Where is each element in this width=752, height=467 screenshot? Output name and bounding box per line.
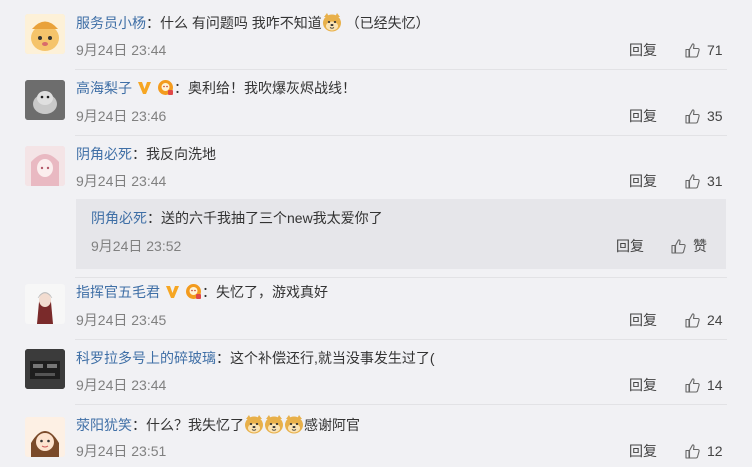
like-count: 31: [707, 173, 723, 189]
avatar[interactable]: [25, 14, 65, 54]
comment-feed: 服务员小杨：什么 有问题吗 我咋不知道 （已经失忆） 9月24日 23:44 回…: [0, 0, 752, 467]
colon: ：: [132, 417, 146, 433]
like-label: 赞: [693, 238, 707, 254]
avatar[interactable]: [25, 417, 65, 457]
divider: [75, 69, 727, 70]
thumbs-up-icon: [684, 377, 701, 394]
reply-button[interactable]: 回复: [629, 310, 657, 330]
avatar[interactable]: [25, 146, 65, 186]
vip-v-icon: [164, 283, 181, 300]
like-count: 12: [707, 443, 723, 459]
timestamp: 9月24日 23:44: [76, 173, 167, 189]
like-button[interactable]: 71: [684, 40, 723, 60]
comment-text: 失忆了，游戏真好: [216, 284, 328, 300]
comment-text: 什么？我失忆了: [146, 417, 244, 433]
like-count: 71: [707, 42, 723, 58]
comment-text: 送的六千我抽了三个new我太爱你了: [161, 210, 383, 226]
doge-emoji-icon: [322, 12, 342, 32]
username[interactable]: 指挥官五毛君: [76, 284, 160, 300]
like-button[interactable]: 31: [684, 171, 723, 191]
colon: ：: [146, 15, 160, 31]
comment-text: 我反向洗地: [146, 146, 216, 162]
comment-text: 什么 有问题吗 我咋不知道: [160, 15, 322, 31]
timestamp: 9月24日 23:44: [76, 377, 167, 393]
comment-text: 奥利给！我吹爆灰烬战线！: [188, 80, 356, 96]
vip-v-icon: [136, 79, 153, 96]
avatar[interactable]: [25, 284, 65, 324]
like-button[interactable]: 35: [684, 106, 723, 126]
timestamp: 9月24日 23:51: [76, 443, 167, 459]
timestamp: 9月24日 23:45: [76, 312, 167, 328]
thumbs-up-icon: [684, 42, 701, 59]
comment-text-suffix: （已经失忆）: [345, 15, 430, 31]
sub-reply-panel: 阴角必死：送的六千我抽了三个new我太爱你了 9月24日 23:52 回复 赞: [76, 199, 726, 269]
member-badge-icon: [157, 79, 174, 96]
avatar[interactable]: [25, 349, 65, 389]
divider: [75, 135, 727, 136]
username[interactable]: 高海梨子: [76, 80, 132, 96]
reply-button[interactable]: 回复: [629, 171, 657, 191]
comment-text: 这个补偿还行,就当没事发生过了(: [230, 350, 435, 366]
divider: [75, 404, 727, 405]
thumbs-up-icon: [684, 108, 701, 125]
reply-button[interactable]: 回复: [616, 236, 644, 256]
username[interactable]: 服务员小杨: [76, 15, 146, 31]
thumbs-up-icon: [684, 312, 701, 329]
like-count: 14: [707, 377, 723, 393]
username[interactable]: 科罗拉多号上的碎玻璃: [76, 350, 216, 366]
avatar[interactable]: [25, 80, 65, 120]
colon: ：: [174, 80, 188, 96]
thumbs-up-icon: [684, 443, 701, 460]
username[interactable]: 阴角必死: [76, 146, 132, 162]
doge-emoji-icon: [244, 414, 264, 434]
reply-button[interactable]: 回复: [629, 441, 657, 461]
like-button[interactable]: 14: [684, 375, 723, 395]
username[interactable]: 阴角必死: [91, 210, 147, 226]
colon: ：: [147, 210, 161, 226]
member-badge-icon: [185, 283, 202, 300]
divider: [75, 277, 727, 278]
comment-text-suffix: 感谢阿官: [304, 417, 360, 433]
like-count: 35: [707, 108, 723, 124]
divider: [75, 339, 727, 340]
colon: ：: [216, 350, 230, 366]
timestamp: 9月24日 23:46: [76, 108, 167, 124]
username[interactable]: 荥阳犹笑: [76, 417, 132, 433]
like-button[interactable]: 24: [684, 310, 723, 330]
like-button[interactable]: 赞: [670, 236, 707, 256]
doge-emoji-icon: [264, 414, 284, 434]
reply-button[interactable]: 回复: [629, 106, 657, 126]
colon: ：: [202, 284, 216, 300]
reply-button[interactable]: 回复: [629, 375, 657, 395]
thumbs-up-icon: [684, 173, 701, 190]
reply-button[interactable]: 回复: [629, 40, 657, 60]
doge-emoji-icon: [284, 414, 304, 434]
timestamp: 9月24日 23:52: [91, 238, 182, 254]
colon: ：: [132, 146, 146, 162]
timestamp: 9月24日 23:44: [76, 42, 167, 58]
like-count: 24: [707, 312, 723, 328]
thumbs-up-icon: [670, 238, 687, 255]
like-button[interactable]: 12: [684, 441, 723, 461]
